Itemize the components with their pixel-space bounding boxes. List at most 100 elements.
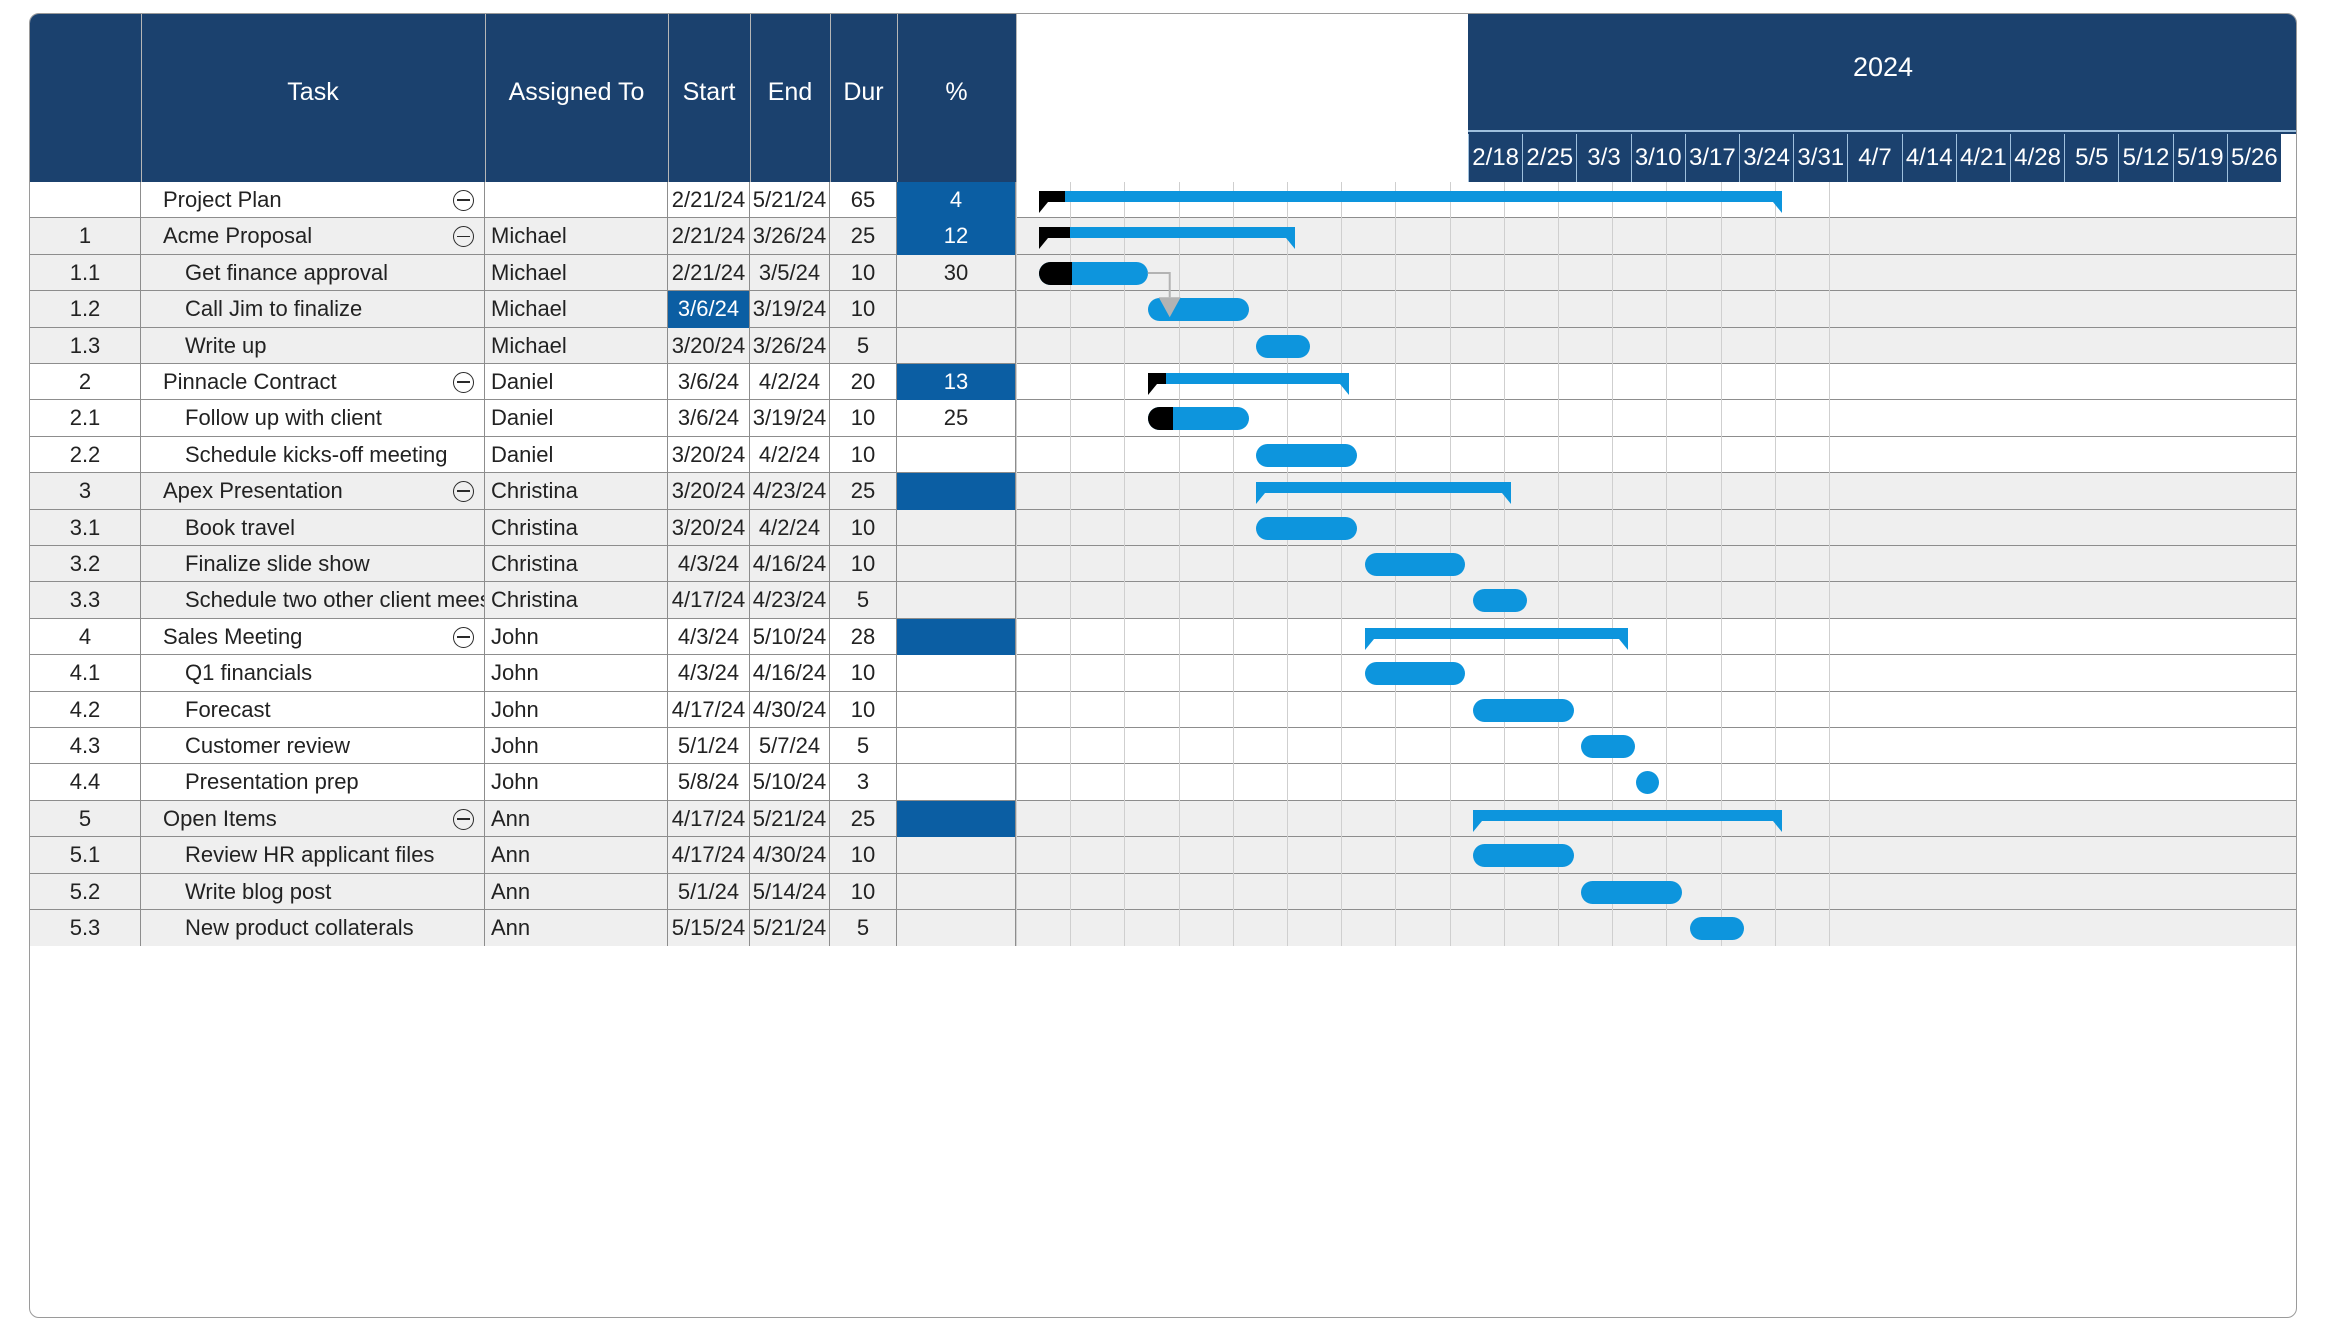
row-assigned-cell[interactable]: Daniel [485, 364, 668, 401]
row-end-cell[interactable]: 5/14/24 [750, 873, 830, 910]
row-duration-cell[interactable]: 65 [830, 182, 897, 219]
row-start-cell[interactable]: 3/20/24 [668, 327, 750, 364]
row-percent-cell[interactable] [897, 910, 1016, 947]
header-col-dur[interactable]: Dur [830, 14, 897, 182]
row-task-cell[interactable]: Apex Presentation [141, 473, 485, 510]
row-percent-cell[interactable] [897, 873, 1016, 910]
gantt-task-bar[interactable] [1256, 443, 1357, 467]
row-percent-cell[interactable] [897, 691, 1016, 728]
row-task-cell[interactable]: Call Jim to finalize [141, 291, 485, 328]
row-start-cell[interactable]: 4/17/24 [668, 582, 750, 619]
row-end-cell[interactable]: 4/30/24 [750, 691, 830, 728]
row-duration-cell[interactable]: 10 [830, 254, 897, 292]
row-task-cell[interactable]: Presentation prep [141, 764, 485, 801]
collapse-minus-icon[interactable] [453, 481, 474, 503]
row-start-cell[interactable]: 2/21/24 [668, 182, 750, 219]
table-row[interactable]: 4.4 Presentation prep John 5/8/24 5/10/24 3 [30, 764, 2296, 801]
row-duration-cell[interactable]: 25 [830, 800, 897, 838]
row-duration-cell[interactable]: 5 [830, 327, 897, 364]
gantt-task-bar[interactable] [1147, 407, 1249, 431]
row-end-cell[interactable]: 3/26/24 [750, 327, 830, 364]
row-percent-cell[interactable] [897, 546, 1016, 583]
row-percent-cell[interactable] [897, 436, 1016, 474]
row-end-cell[interactable]: 3/5/24 [750, 254, 830, 292]
row-task-cell[interactable]: Schedule two other client meestings [141, 582, 485, 619]
gantt-task-bar[interactable] [1581, 735, 1636, 758]
row-task-cell[interactable]: Acme Proposal [141, 218, 485, 255]
row-assigned-cell[interactable]: Daniel [485, 400, 668, 437]
row-duration-cell[interactable]: 10 [830, 837, 897, 874]
row-duration-cell[interactable]: 10 [830, 509, 897, 546]
gantt-summary-bar[interactable] [1364, 627, 1628, 639]
gantt-task-bar[interactable] [1472, 698, 1574, 722]
row-start-cell[interactable]: 4/3/24 [668, 655, 750, 692]
row-assigned-cell[interactable]: John [485, 691, 668, 728]
gantt-summary-bar[interactable] [1039, 191, 1783, 202]
row-duration-cell[interactable]: 25 [830, 473, 897, 510]
row-end-cell[interactable]: 5/21/24 [750, 910, 830, 947]
table-row[interactable]: 1.2 Call Jim to finalize Michael 3/6/24 3/19… [30, 291, 2296, 328]
row-start-cell[interactable]: 3/20/24 [668, 436, 750, 474]
row-duration-cell[interactable]: 10 [830, 400, 897, 437]
gantt-task-bar[interactable] [1256, 334, 1311, 358]
row-task-cell[interactable]: Schedule kicks-off meeting [141, 436, 485, 474]
row-end-cell[interactable]: 4/2/24 [750, 509, 830, 546]
table-row[interactable]: Project Plan 2/21/24 5/21/24 65 4 [30, 182, 2296, 219]
row-task-cell[interactable]: Review HR applicant files [141, 837, 485, 874]
table-row[interactable]: 5 Open Items Ann 4/17/24 5/21/24 25 [30, 800, 2296, 838]
row-end-cell[interactable]: 3/19/24 [750, 400, 830, 437]
row-percent-cell[interactable]: 13 [897, 364, 1016, 401]
row-assigned-cell[interactable]: John [485, 728, 668, 765]
row-assigned-cell[interactable]: Michael [485, 291, 668, 328]
table-row[interactable]: 1.1 Get finance approval Michael 2/21/24 3/5… [30, 254, 2296, 292]
row-assigned-cell[interactable]: Michael [485, 327, 668, 364]
row-end-cell[interactable]: 4/2/24 [750, 364, 830, 401]
row-percent-cell[interactable]: 12 [897, 218, 1016, 255]
table-row[interactable]: 3.2 Finalize slide show Christina 4/3/24 4/1… [30, 546, 2296, 583]
table-row[interactable]: 3.1 Book travel Christina 3/20/24 4/2/24 10 [30, 509, 2296, 546]
row-percent-cell[interactable]: 25 [897, 400, 1016, 437]
row-start-cell[interactable]: 4/3/24 [668, 546, 750, 583]
row-start-cell[interactable]: 4/17/24 [668, 837, 750, 874]
row-start-cell[interactable]: 3/6/24 [668, 364, 750, 401]
row-duration-cell[interactable]: 10 [830, 546, 897, 583]
row-duration-cell[interactable]: 10 [830, 691, 897, 728]
gantt-task-bar[interactable] [1147, 298, 1249, 322]
row-assigned-cell[interactable]: Christina [485, 546, 668, 583]
row-percent-cell[interactable] [897, 764, 1016, 801]
gantt-task-bar[interactable] [1472, 589, 1528, 613]
row-end-cell[interactable]: 5/10/24 [750, 764, 830, 801]
gantt-summary-bar[interactable] [1256, 482, 1512, 494]
row-percent-cell[interactable] [897, 728, 1016, 765]
header-col-start[interactable]: Start [668, 14, 750, 182]
row-task-cell[interactable]: Pinnacle Contract [141, 364, 485, 401]
row-start-cell[interactable]: 3/6/24 [668, 400, 750, 437]
collapse-minus-icon[interactable] [453, 626, 474, 648]
row-percent-cell[interactable] [897, 291, 1016, 328]
row-percent-cell[interactable] [897, 618, 1016, 656]
table-row[interactable]: 5.2 Write blog post Ann 5/1/24 5/14/24 10 [30, 873, 2296, 910]
row-assigned-cell[interactable]: Ann [485, 800, 668, 838]
row-duration-cell[interactable]: 10 [830, 291, 897, 328]
row-percent-cell[interactable] [897, 800, 1016, 838]
row-start-cell[interactable]: 5/1/24 [668, 873, 750, 910]
row-assigned-cell[interactable]: Ann [485, 910, 668, 947]
row-percent-cell[interactable]: 4 [897, 182, 1016, 219]
row-start-cell[interactable]: 3/6/24 [668, 291, 750, 328]
row-assigned-cell[interactable]: Christina [485, 473, 668, 510]
row-assigned-cell[interactable]: John [485, 655, 668, 692]
row-assigned-cell[interactable]: Michael [485, 254, 668, 292]
table-row[interactable]: 2 Pinnacle Contract Daniel 3/6/24 4/2/24 20 13 [30, 364, 2296, 401]
collapse-minus-icon[interactable] [453, 226, 474, 248]
collapse-minus-icon[interactable] [453, 372, 474, 393]
row-assigned-cell[interactable] [485, 182, 668, 219]
row-duration-cell[interactable]: 3 [830, 764, 897, 801]
row-task-cell[interactable]: Write up [141, 327, 485, 364]
gantt-task-bar[interactable] [1581, 880, 1683, 904]
row-duration-cell[interactable]: 5 [830, 728, 897, 765]
row-start-cell[interactable]: 4/17/24 [668, 691, 750, 728]
gantt-summary-bar[interactable] [1039, 227, 1295, 239]
gantt-summary-bar[interactable] [1472, 809, 1783, 821]
table-row[interactable]: 5.3 New product collaterals Ann 5/15/24 5/21… [30, 910, 2296, 947]
row-start-cell[interactable]: 4/17/24 [668, 800, 750, 838]
